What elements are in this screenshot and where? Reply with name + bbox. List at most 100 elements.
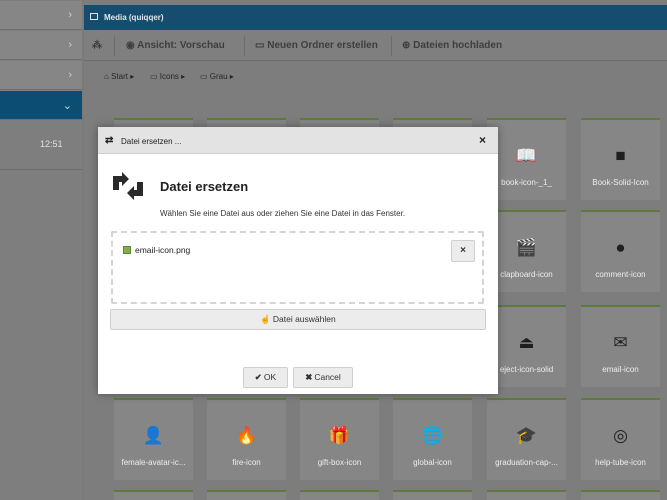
breadcrumb-start[interactable]: ⌂ Start ▸ xyxy=(104,72,134,81)
media-tile[interactable]: 🌐 global-icon xyxy=(393,398,472,480)
fire-icon: 🔥 xyxy=(235,426,258,445)
globe-icon: 🌐 xyxy=(421,426,444,445)
chevron-right-icon: › xyxy=(68,39,72,51)
comment-icon: ● xyxy=(615,238,626,257)
tile-name: gift-box-icon xyxy=(317,458,362,467)
media-tile[interactable]: ● comment-icon xyxy=(581,210,660,292)
eject-icon: ⏏ xyxy=(518,333,535,352)
window-titlebar: Media (quiqqer) xyxy=(84,5,667,30)
lifebuoy-icon: ◎ xyxy=(613,426,628,445)
tile-name: fire-icon xyxy=(232,458,261,467)
ok-label: OK xyxy=(263,372,277,382)
folder-icon: ▭ xyxy=(200,72,210,81)
media-tile[interactable] xyxy=(114,490,193,500)
breadcrumb-label: Icons xyxy=(159,72,179,81)
media-tile[interactable]: ⏏ eject-icon-solid xyxy=(487,305,566,387)
media-tile[interactable]: 📖 book-icon-_1_ xyxy=(487,118,566,200)
image-icon xyxy=(90,13,98,20)
retweet-icon: ⇄ xyxy=(105,135,114,146)
cancel-label: Cancel xyxy=(314,372,341,382)
toolbar-divider xyxy=(391,36,392,56)
toolbar-divider xyxy=(114,36,115,56)
sidebar-item-3[interactable]: › xyxy=(0,61,82,90)
upload-icon: ⊕ xyxy=(402,40,414,51)
dialog-description: Wählen Sie eine Datei aus oder ziehen Si… xyxy=(160,209,406,218)
dialog-header-title: Datei ersetzen ... xyxy=(121,137,182,146)
sidebar: › › › ⌄ 12:51 xyxy=(0,0,82,500)
close-button[interactable]: × xyxy=(479,133,486,147)
book-solid-icon: ■ xyxy=(615,146,626,165)
replace-file-dialog: ⇄ Datei ersetzen ... × Datei ersetzen Wä… xyxy=(98,127,498,394)
sidebar-time: 12:51 xyxy=(40,139,63,149)
file-dropzone[interactable]: email-icon.png × xyxy=(111,231,484,304)
media-tile[interactable] xyxy=(300,490,379,500)
upload-button[interactable]: ⊕ Dateien hochladen xyxy=(402,40,502,51)
envelope-icon: ✉ xyxy=(613,333,628,352)
media-tile[interactable]: 🎁 gift-box-icon xyxy=(300,398,379,480)
tile-name: help-tube-icon xyxy=(595,458,646,467)
clapboard-icon: 🎬 xyxy=(515,238,538,257)
tile-name: book-icon-_1_ xyxy=(501,178,552,187)
media-tile[interactable]: ✉ email-icon xyxy=(581,305,660,387)
home-icon: ⌂ xyxy=(104,72,112,81)
tile-name: comment-icon xyxy=(595,270,646,279)
toolbar-divider xyxy=(244,36,245,56)
image-file-icon xyxy=(123,246,131,254)
chevron-right-icon: › xyxy=(68,9,72,21)
sidebar-divider xyxy=(0,169,82,170)
breadcrumb-grau[interactable]: ▭ Grau ▸ xyxy=(200,72,234,81)
media-tile[interactable]: 🔥 fire-icon xyxy=(207,398,286,480)
media-tile[interactable]: ■ Book-Solid-Icon xyxy=(581,118,660,200)
media-tile[interactable] xyxy=(207,490,286,500)
sidebar-item-active[interactable]: ⌄ xyxy=(0,91,82,120)
new-folder-label: Neuen Ordner erstellen xyxy=(267,40,378,51)
cancel-button[interactable]: ✖ Cancel xyxy=(293,367,353,388)
media-tile[interactable] xyxy=(487,490,566,500)
chevron-down-icon: ⌄ xyxy=(62,100,72,112)
dialog-header: ⇄ Datei ersetzen ... × xyxy=(98,127,498,154)
upload-label: Dateien hochladen xyxy=(413,40,503,51)
media-tile[interactable] xyxy=(393,490,472,500)
sidebar-item-2[interactable]: › xyxy=(0,31,82,60)
sitemap-icon[interactable]: ⁂ xyxy=(92,40,102,51)
breadcrumb-icons[interactable]: ▭ Icons ▸ xyxy=(150,72,185,81)
hand-pointer-icon: ☝ xyxy=(260,314,271,324)
ok-button[interactable]: ✔ OK xyxy=(243,367,288,388)
media-tile[interactable]: 👤 female-avatar-ic... xyxy=(114,398,193,480)
media-tile[interactable] xyxy=(581,490,660,500)
retweet-icon xyxy=(113,172,143,200)
check-icon: ✔ xyxy=(254,372,262,382)
remove-file-button[interactable]: × xyxy=(451,240,475,262)
choose-file-button[interactable]: ☝ Datei auswählen xyxy=(110,309,486,330)
chevron-right-icon: › xyxy=(68,69,72,81)
gift-icon: 🎁 xyxy=(328,426,351,445)
media-tile[interactable]: 🎬 clapboard-icon xyxy=(487,210,566,292)
folder-icon: ▭ xyxy=(255,40,268,51)
breadcrumb-label: Grau xyxy=(209,72,228,81)
dialog-title: Datei ersetzen xyxy=(160,179,249,194)
view-button[interactable]: ◉ Ansicht: Vorschau xyxy=(126,40,225,51)
tile-name: Book-Solid-Icon xyxy=(592,178,649,187)
book-open-icon: 📖 xyxy=(515,146,538,165)
close-icon: ✖ xyxy=(305,372,313,382)
media-tile[interactable]: 🎓 graduation-cap-... xyxy=(487,398,566,480)
breadcrumb-label: Start xyxy=(111,72,128,81)
tile-name: eject-icon-solid xyxy=(499,365,554,374)
tile-name: global-icon xyxy=(413,458,452,467)
window-title: Media (quiqqer) xyxy=(104,13,164,22)
media-tile[interactable]: ◎ help-tube-icon xyxy=(581,398,660,480)
graduation-cap-icon: 🎓 xyxy=(515,426,538,445)
toolbar: ⁂ ◉ Ansicht: Vorschau ▭ Neuen Ordner ers… xyxy=(84,30,667,61)
eye-icon: ◉ xyxy=(126,40,138,51)
tile-name: email-icon xyxy=(602,365,639,374)
file-name: email-icon.png xyxy=(135,245,191,255)
selected-file: email-icon.png xyxy=(123,245,190,255)
sidebar-item-1[interactable]: › xyxy=(0,1,82,30)
user-icon: 👤 xyxy=(142,426,165,445)
choose-file-label: Datei auswählen xyxy=(272,314,336,324)
new-folder-button[interactable]: ▭ Neuen Ordner erstellen xyxy=(255,40,378,51)
view-label: Ansicht: Vorschau xyxy=(137,40,225,51)
breadcrumb: ⌂ Start ▸ ▭ Icons ▸ ▭ Grau ▸ xyxy=(84,62,667,88)
tile-name: clapboard-icon xyxy=(500,270,553,279)
folder-icon: ▭ xyxy=(150,72,160,81)
